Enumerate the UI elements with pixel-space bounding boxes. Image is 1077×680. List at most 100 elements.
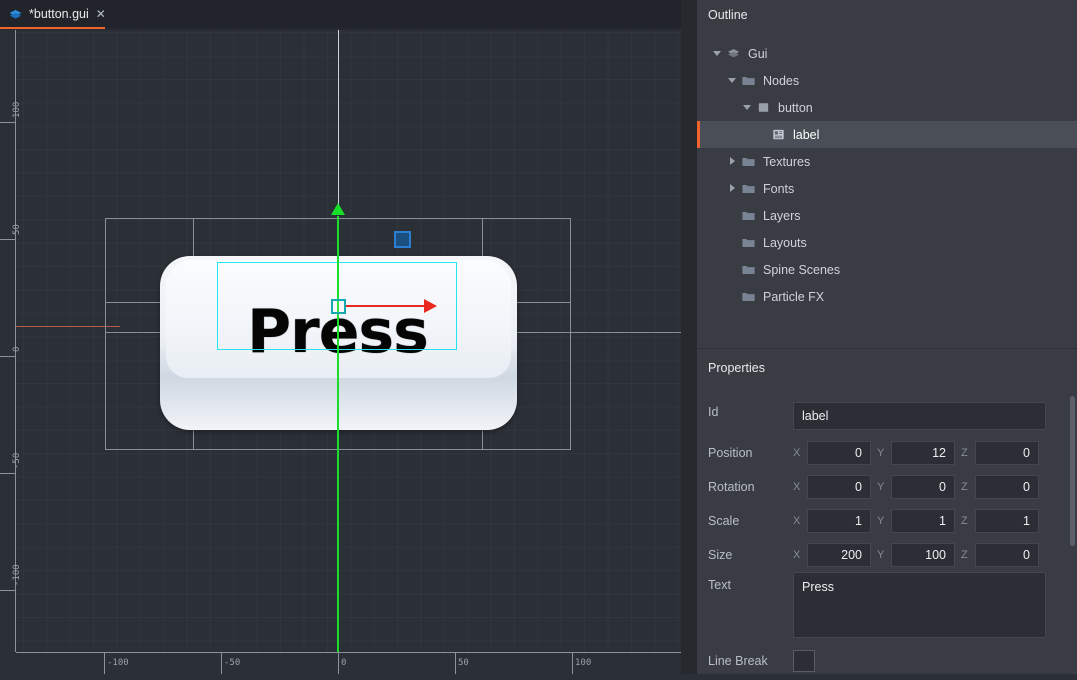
size-y-input[interactable]: 100: [891, 543, 955, 567]
editor-area: *button.gui ✕ Press: [0, 0, 681, 674]
outline-item-spine-scenes[interactable]: Spine Scenes: [697, 256, 1077, 283]
property-row-position: Position X 0 Y 12 Z 0: [697, 436, 1077, 470]
gizmo-x-axis[interactable]: [345, 305, 435, 307]
scale-z-input[interactable]: 1: [975, 509, 1039, 533]
property-label-id: Id: [697, 402, 793, 422]
outline-item-label: Fonts: [763, 182, 794, 196]
chevron-down-icon[interactable]: [727, 75, 738, 86]
defold-editor-window: *button.gui ✕ Press: [0, 0, 1077, 674]
chevron-placeholder-icon: [727, 210, 738, 221]
outline-item-label: Layers: [763, 209, 801, 223]
gui-file-icon: [8, 7, 23, 22]
scale-y-input[interactable]: 1: [891, 509, 955, 533]
chevron-right-icon[interactable]: [727, 183, 738, 194]
chevron-down-icon[interactable]: [712, 48, 723, 59]
property-label-line-break: Line Break: [697, 650, 793, 672]
ruler-label-y-neg50: -50: [12, 453, 22, 469]
ruler-tick: [221, 653, 222, 674]
property-label-position: Position: [697, 443, 793, 463]
outline-item-nodes[interactable]: Nodes: [697, 67, 1077, 94]
folder-icon: [741, 154, 756, 169]
text-input[interactable]: Press: [793, 572, 1046, 638]
position-z-input[interactable]: 0: [975, 441, 1039, 465]
property-row-size: Size X 200 Y 100 Z 0: [697, 538, 1077, 572]
outline-item-textures[interactable]: Textures: [697, 148, 1077, 175]
outline-item-label-text: label: [793, 128, 819, 142]
size-z-input[interactable]: 0: [975, 543, 1039, 567]
ruler-label-x-0: 0: [341, 658, 346, 668]
outline-item-button[interactable]: button: [697, 94, 1077, 121]
outline-item-gui[interactable]: Gui: [697, 40, 1077, 67]
gizmo-center-handle[interactable]: [331, 299, 346, 314]
box-node-icon: [756, 100, 771, 115]
ruler-label-x-neg100: -100: [107, 658, 129, 668]
folder-icon: [741, 181, 756, 196]
chevron-placeholder-icon: [727, 291, 738, 302]
property-row-rotation: Rotation X 0 Y 0 Z 0: [697, 470, 1077, 504]
chevron-down-icon[interactable]: [742, 102, 753, 113]
size-x-input[interactable]: 200: [807, 543, 871, 567]
right-panel: Outline Gui Nodes: [697, 0, 1077, 674]
folder-icon: [741, 73, 756, 88]
gizmo-y-axis[interactable]: [337, 216, 339, 674]
tab-button-gui[interactable]: *button.gui ✕: [0, 0, 114, 28]
outline-item-label: Spine Scenes: [763, 263, 840, 277]
tab-label: *button.gui: [29, 7, 89, 21]
y-axis-guide-line: [338, 30, 339, 205]
ruler-corner: [0, 652, 16, 674]
ruler-label-y-0: 0: [12, 347, 22, 352]
position-x-input[interactable]: 0: [807, 441, 871, 465]
scene-canvas[interactable]: Press: [0, 30, 681, 674]
ruler-horizontal: -100 -50 0 50 100: [0, 652, 681, 674]
rotation-y-input[interactable]: 0: [891, 475, 955, 499]
axis-label-z: Z: [961, 509, 975, 533]
text-node-icon: [771, 127, 786, 142]
chevron-placeholder-icon: [727, 237, 738, 248]
chevron-placeholder-icon: [757, 129, 768, 140]
axis-label-z: Z: [961, 543, 975, 567]
panel-splitter[interactable]: [681, 0, 697, 674]
gizmo-xy-plane-handle[interactable]: [394, 231, 411, 248]
gizmo-y-arrow-icon[interactable]: [331, 203, 345, 215]
ruler-tick: [104, 653, 105, 674]
scale-x-input[interactable]: 1: [807, 509, 871, 533]
outline-item-label: button: [778, 101, 813, 115]
outline-item-layers[interactable]: Layers: [697, 202, 1077, 229]
position-y-input[interactable]: 12: [891, 441, 955, 465]
outline-item-label: Layouts: [763, 236, 807, 250]
ruler-tick: [455, 653, 456, 674]
outline-item-label[interactable]: label: [697, 121, 1077, 148]
property-label-size: Size: [697, 545, 793, 565]
x-axis-line: [0, 326, 120, 327]
outline-tree: Gui Nodes button: [697, 40, 1077, 310]
ruler-tick: [572, 653, 573, 674]
outline-item-layouts[interactable]: Layouts: [697, 229, 1077, 256]
ruler-tick: [0, 122, 15, 123]
property-label-rotation: Rotation: [697, 477, 793, 497]
folder-icon: [741, 289, 756, 304]
properties-scrollbar[interactable]: [1070, 396, 1075, 546]
axis-label-y: Y: [877, 475, 891, 499]
axis-label-y: Y: [877, 509, 891, 533]
axis-label-y: Y: [877, 543, 891, 567]
properties-form: Id label Position X 0 Y 12 Z 0 Rotation …: [697, 402, 1077, 680]
outline-item-particle-fx[interactable]: Particle FX: [697, 283, 1077, 310]
property-row-id: Id label: [697, 402, 1077, 436]
outline-item-fonts[interactable]: Fonts: [697, 175, 1077, 202]
line-break-checkbox[interactable]: [793, 650, 815, 672]
rotation-x-input[interactable]: 0: [807, 475, 871, 499]
id-input[interactable]: label: [793, 402, 1046, 430]
ruler-vertical: 100 50 0 -50 -100: [0, 30, 16, 674]
axis-label-x: X: [793, 441, 807, 465]
property-label-scale: Scale: [697, 511, 793, 531]
outline-item-label: Textures: [763, 155, 810, 169]
ruler-label-x-neg50: -50: [224, 658, 240, 668]
property-row-text: Text Press: [697, 572, 1077, 650]
chevron-right-icon[interactable]: [727, 156, 738, 167]
close-icon[interactable]: ✕: [96, 8, 106, 20]
rotation-z-input[interactable]: 0: [975, 475, 1039, 499]
gizmo-x-arrow-icon[interactable]: [424, 299, 437, 313]
outline-panel-title: Outline: [708, 8, 748, 22]
axis-label-x: X: [793, 509, 807, 533]
folder-icon: [741, 262, 756, 277]
